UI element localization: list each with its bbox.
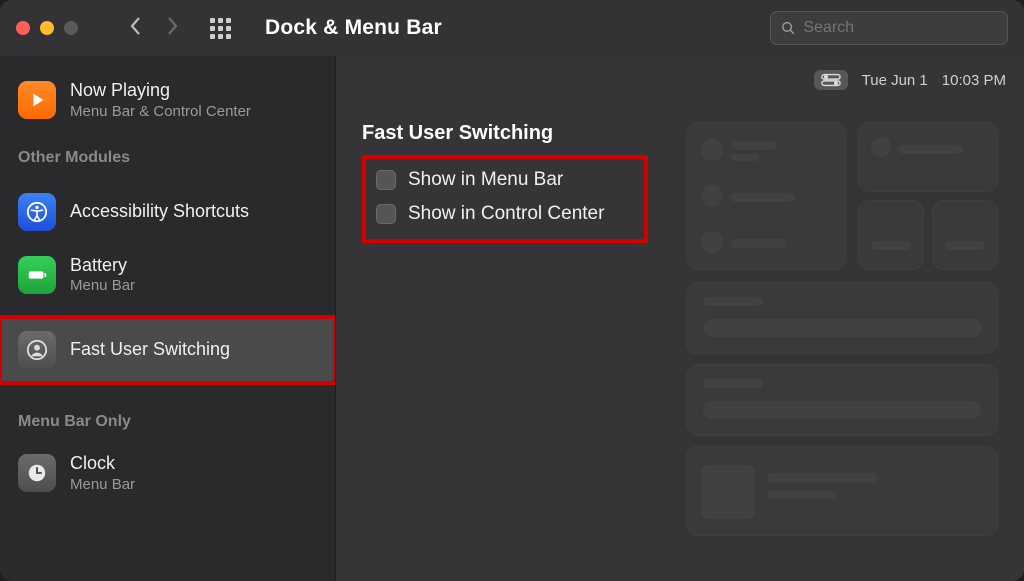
show-all-icon[interactable] <box>210 18 231 39</box>
close-button[interactable] <box>16 21 30 35</box>
search-input[interactable] <box>803 19 997 37</box>
settings-group: Fast User Switching Show in Menu Bar Sho… <box>362 122 648 243</box>
sidebar-item-label: Battery <box>70 255 135 277</box>
sidebar-section-mb-only: Menu Bar Only <box>0 395 335 443</box>
sidebar-item-clock[interactable]: Clock Menu Bar <box>0 443 335 504</box>
clock-icon <box>18 454 56 492</box>
window-controls <box>16 21 78 35</box>
settings-heading: Fast User Switching <box>362 122 648 145</box>
sidebar-section-other: Other Modules <box>0 131 335 179</box>
titlebar: Dock & Menu Bar <box>0 0 1024 56</box>
checkbox-label: Show in Control Center <box>408 203 604 225</box>
search-icon <box>781 20 795 36</box>
checkbox-label: Show in Menu Bar <box>408 169 563 191</box>
sidebar-item-label: Accessibility Shortcuts <box>70 201 249 223</box>
sidebar-item-sublabel: Menu Bar <box>70 476 135 494</box>
user-icon <box>18 331 56 369</box>
minimize-button[interactable] <box>40 21 54 35</box>
sidebar-item-label: Clock <box>70 453 135 475</box>
menubar-time[interactable]: 10:03 PM <box>942 72 1006 89</box>
window-title: Dock & Menu Bar <box>265 16 442 40</box>
battery-icon <box>18 256 56 294</box>
search-field[interactable] <box>770 11 1008 45</box>
sidebar-item-sublabel: Menu Bar <box>70 277 135 295</box>
sidebar: Now Playing Menu Bar & Control Center Ot… <box>0 56 335 581</box>
sidebar-item-fast-user-switching[interactable]: Fast User Switching <box>0 317 335 383</box>
checkbox-show-in-control-center[interactable]: Show in Control Center <box>370 197 638 231</box>
back-button[interactable] <box>128 16 144 40</box>
forward-button <box>164 16 180 40</box>
menubar-date[interactable]: Tue Jun 1 <box>862 72 928 89</box>
play-icon <box>18 81 56 119</box>
main-panel: Tue Jun 1 10:03 PM Fast User Switching S… <box>335 56 1024 581</box>
nav-arrows <box>128 16 180 40</box>
control-center-icon[interactable] <box>814 70 848 90</box>
accessibility-icon <box>18 193 56 231</box>
menubar-preview: Tue Jun 1 10:03 PM <box>814 70 1006 90</box>
checkbox-icon[interactable] <box>376 204 396 224</box>
highlighted-checkboxes: Show in Menu Bar Show in Control Center <box>362 155 648 243</box>
checkbox-show-in-menu-bar[interactable]: Show in Menu Bar <box>370 163 638 197</box>
sidebar-item-sublabel: Menu Bar & Control Center <box>70 103 251 121</box>
sidebar-item-label: Fast User Switching <box>70 339 230 361</box>
checkbox-icon[interactable] <box>376 170 396 190</box>
zoom-button[interactable] <box>64 21 78 35</box>
sidebar-item-accessibility-shortcuts[interactable]: Accessibility Shortcuts <box>0 179 335 245</box>
sidebar-item-battery[interactable]: Battery Menu Bar <box>0 245 335 306</box>
sidebar-item-now-playing[interactable]: Now Playing Menu Bar & Control Center <box>0 70 335 131</box>
sidebar-item-label: Now Playing <box>70 80 251 102</box>
control-center-preview <box>686 108 1010 567</box>
preferences-window: Dock & Menu Bar Now Playing Menu Bar & C… <box>0 0 1024 581</box>
